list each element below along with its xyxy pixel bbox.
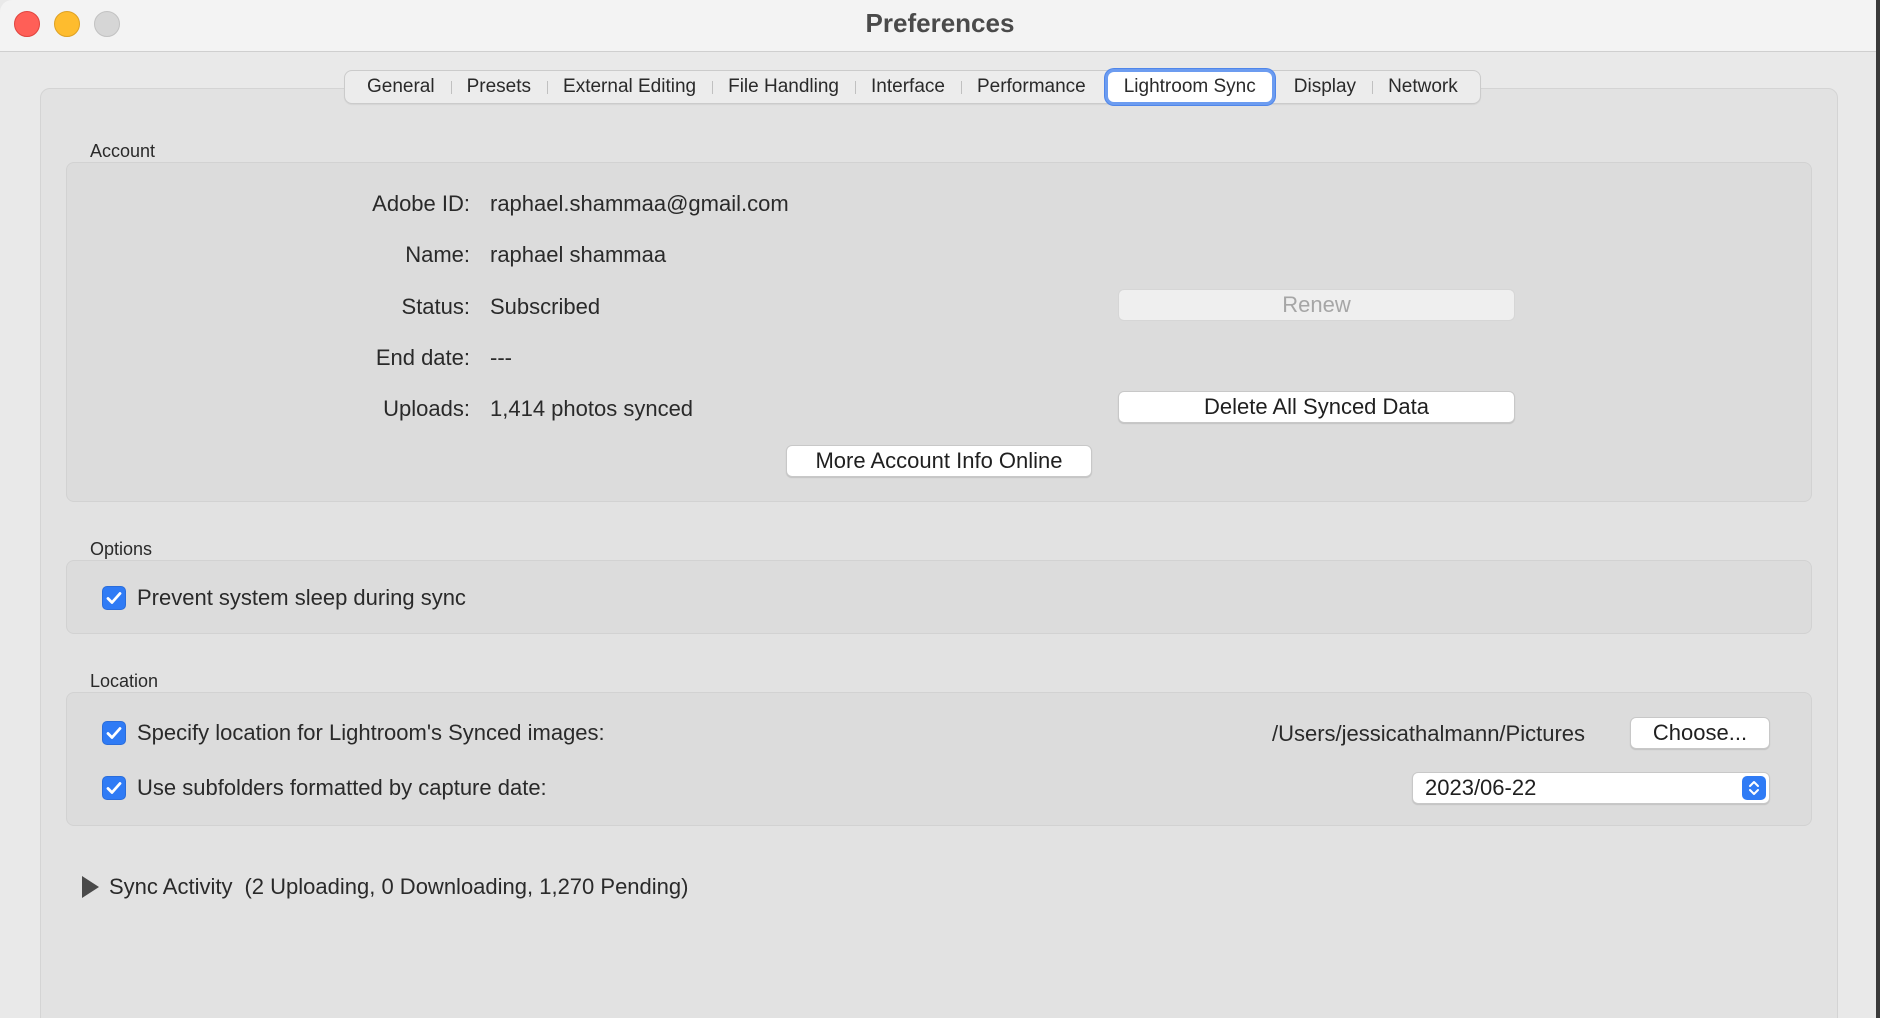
window-title: Preferences <box>865 8 1015 38</box>
renew-button[interactable]: Renew <box>1118 289 1515 321</box>
account-section-label: Account <box>90 141 156 161</box>
choose-location-button[interactable]: Choose... <box>1630 717 1770 749</box>
name-value: raphael shammaa <box>490 242 667 267</box>
adobe-id-value: raphael.shammaa@gmail.com <box>490 191 789 216</box>
checkmark-icon <box>106 592 122 604</box>
tab-file-handling[interactable]: File Handling <box>712 72 855 102</box>
specify-location-option[interactable]: Specify location for Lightroom's Synced … <box>102 720 605 746</box>
date-format-value: 2023/06-22 <box>1425 775 1537 800</box>
tab-performance[interactable]: Performance <box>960 72 1102 102</box>
name-label: Name: <box>405 242 470 267</box>
subfolders-option[interactable]: Use subfolders formatted by capture date… <box>102 775 547 801</box>
date-format-select[interactable]: 2023/06-22 <box>1412 772 1770 804</box>
adobe-id-label: Adobe ID: <box>372 191 470 216</box>
tab-presets[interactable]: Presets <box>450 72 547 102</box>
preferences-tab-bar: General Presets External Editing File Ha… <box>344 70 1481 104</box>
end-date-value: --- <box>490 345 512 370</box>
end-date-label: End date: <box>375 345 470 370</box>
select-stepper-icon <box>1742 776 1766 800</box>
tab-general[interactable]: General <box>351 72 451 102</box>
tab-display[interactable]: Display <box>1278 72 1372 102</box>
status-label: Status: <box>401 294 470 319</box>
prevent-sleep-checkbox[interactable] <box>102 586 126 610</box>
checkmark-icon <box>106 727 122 739</box>
sync-activity-status: (2 Uploading, 0 Downloading, 1,270 Pendi… <box>244 874 689 899</box>
specify-location-label: Specify location for Lightroom's Synced … <box>137 720 605 745</box>
tab-network[interactable]: Network <box>1372 72 1474 102</box>
delete-all-synced-data-button[interactable]: Delete All Synced Data <box>1118 391 1515 423</box>
tab-lightroom-sync[interactable]: Lightroom Sync <box>1107 72 1272 102</box>
more-account-info-button[interactable]: More Account Info Online <box>786 445 1092 477</box>
sync-activity-title: Sync Activity <box>109 874 233 899</box>
uploads-value: 1,414 photos synced <box>490 396 694 421</box>
subfolders-label: Use subfolders formatted by capture date… <box>137 775 547 800</box>
disclosure-triangle-icon[interactable] <box>82 876 99 898</box>
location-section-label: Location <box>90 671 159 691</box>
tab-interface[interactable]: Interface <box>855 72 961 102</box>
specify-location-checkbox[interactable] <box>102 721 126 745</box>
sync-location-path: /Users/jessicathalmann/Pictures <box>1272 721 1586 746</box>
prevent-sleep-option[interactable]: Prevent system sleep during sync <box>102 585 466 611</box>
status-value: Subscribed <box>490 294 601 319</box>
sync-activity-disclosure[interactable]: Sync Activity (2 Uploading, 0 Downloadin… <box>82 874 688 900</box>
options-section-label: Options <box>90 539 153 559</box>
subfolders-checkbox[interactable] <box>102 776 126 800</box>
uploads-label: Uploads: <box>383 396 470 421</box>
checkmark-icon <box>106 782 122 794</box>
title-bar: Preferences <box>0 0 1880 52</box>
location-group <box>66 692 1812 826</box>
prevent-sleep-label: Prevent system sleep during sync <box>137 585 466 610</box>
window-edge <box>1876 0 1880 1018</box>
tab-external-editing[interactable]: External Editing <box>547 72 712 102</box>
